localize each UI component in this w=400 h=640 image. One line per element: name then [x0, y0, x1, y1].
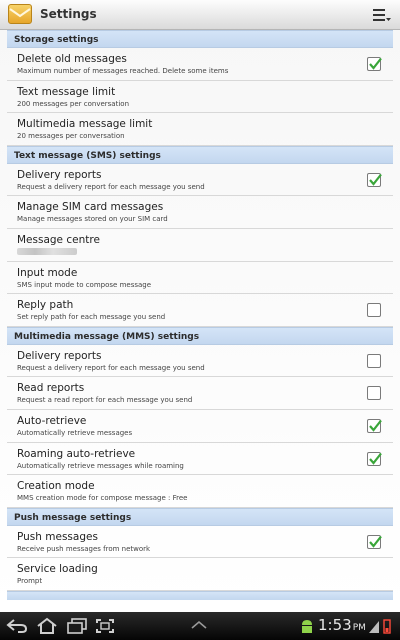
setting-label: Delete old messages — [17, 53, 127, 65]
title-bar: Settings — [0, 0, 400, 30]
partially-visible-section-header — [7, 590, 393, 600]
signal-icon — [369, 621, 379, 633]
setting-description: Receive push messages from network — [17, 544, 151, 553]
setting-label: Multimedia message limit — [17, 118, 153, 131]
checkbox-checked[interactable] — [367, 57, 382, 71]
chevron-up-icon[interactable] — [190, 620, 208, 630]
setting-roaming-auto-retrieve[interactable]: Roaming auto-retrieve Automatically retri… — [7, 443, 393, 476]
checkmark-icon — [369, 419, 382, 432]
setting-auto-retrieve[interactable]: Auto-retrieve Automatically retrieve mess… — [7, 410, 393, 443]
setting-label: Service loading — [17, 563, 98, 576]
section-header-text-message-sms-settings: Text message (SMS) settings — [7, 145, 393, 164]
setting-label: Creation mode — [17, 480, 95, 493]
setting-description: 20 messages per conversation — [17, 132, 125, 141]
clock-time: 1:53 — [318, 616, 352, 634]
setting-delete-old-messages[interactable]: Delete old messages Maximum number of mes… — [7, 48, 393, 81]
setting-label: Manage SIM card messages — [17, 201, 164, 214]
setting-label: Text message limit — [17, 85, 116, 98]
setting-label: Read reports — [17, 382, 85, 395]
checkbox-checked[interactable] — [367, 418, 382, 433]
menu-icon[interactable] — [372, 6, 392, 24]
setting-push-messages[interactable]: Push messages Receive push messages from … — [7, 526, 393, 559]
setting-description: Maximum number of messages reached. Dele… — [17, 67, 229, 75]
home-icon[interactable] — [36, 617, 58, 635]
checkmark-icon — [369, 173, 382, 186]
setting-reply-path[interactable]: Reply path Set reply path for each messag… — [7, 294, 393, 327]
setting-description: 200 messages per conversation — [17, 99, 130, 108]
setting-description: Request a read report for each message y… — [17, 396, 193, 405]
setting-description: Request a delivery report for each messa… — [17, 363, 205, 372]
setting-label: Push messages — [17, 530, 98, 543]
checkmark-icon — [369, 535, 382, 548]
checkbox-unchecked[interactable] — [367, 353, 381, 368]
setting-label: Delivery reports — [17, 168, 102, 181]
setting-delivery-reports[interactable]: Delivery reports Request a delivery repor… — [7, 164, 393, 197]
setting-description: Manage messages stored on your SIM card — [17, 215, 168, 224]
setting-message-centre[interactable]: Message centre — [7, 229, 393, 262]
setting-label: Reply path — [17, 299, 74, 312]
checkbox-checked[interactable] — [367, 534, 382, 549]
screenshot-icon[interactable] — [94, 617, 116, 635]
back-icon[interactable] — [6, 617, 28, 635]
setting-input-mode[interactable]: Input mode SMS input mode to compose mess… — [7, 262, 393, 295]
android-debug-icon — [302, 620, 312, 633]
setting-manage-sim-card-messages[interactable]: Manage SIM card messages Manage messages … — [7, 196, 393, 229]
section-header-push-message-settings: Push message settings — [7, 507, 393, 526]
setting-multimedia-message-limit[interactable]: Multimedia message limit 20 messages per … — [7, 113, 393, 146]
setting-read-reports[interactable]: Read reports Request a read report for ea… — [7, 377, 393, 410]
setting-service-loading[interactable]: Service loading Prompt — [7, 558, 393, 591]
setting-label: Roaming auto-retrieve — [17, 447, 136, 460]
recent-apps-icon[interactable] — [66, 617, 88, 635]
setting-description: Request a delivery report for each messa… — [17, 182, 205, 191]
checkbox-unchecked[interactable] — [367, 303, 381, 318]
section-header-multimedia-message-mms-settings: Multimedia message (MMS) settings — [7, 326, 393, 345]
setting-text-message-limit[interactable]: Text message limit 200 messages per conve… — [7, 81, 393, 114]
checkmark-icon — [369, 57, 382, 70]
setting-description: Prompt — [17, 577, 43, 586]
page-title: Settings — [40, 7, 97, 21]
setting-label: Message centre — [17, 233, 100, 246]
setting-description: Automatically retrieve messages while ro… — [17, 461, 184, 470]
setting-description: MMS creation mode for compose message : … — [17, 494, 188, 503]
system-navigation-bar: 1:53PM — [0, 612, 400, 640]
setting-label: Auto-retrieve — [17, 414, 87, 427]
setting-description: Automatically retrieve messages — [17, 428, 133, 437]
setting-label: Input mode — [17, 266, 78, 279]
status-clock: 1:53PM — [318, 616, 366, 634]
checkbox-checked[interactable] — [367, 451, 382, 466]
clock-ampm: PM — [352, 623, 366, 633]
checkmark-icon — [369, 452, 382, 465]
redacted-value — [17, 247, 77, 255]
messaging-app-icon[interactable] — [8, 4, 32, 24]
setting-label: Delivery reports — [17, 349, 102, 362]
checkbox-checked[interactable] — [367, 172, 382, 187]
setting-description: Set reply path for each message you send — [17, 313, 166, 322]
section-header-storage-settings: Storage settings — [7, 30, 393, 48]
checkbox-unchecked[interactable] — [367, 386, 381, 401]
settings-list[interactable]: Storage settings Delete old messages Maxim… — [0, 30, 400, 612]
setting-delivery-reports[interactable]: Delivery reports Request a delivery repor… — [7, 345, 393, 378]
battery-icon — [383, 619, 391, 634]
setting-creation-mode[interactable]: Creation mode MMS creation mode for compo… — [7, 475, 393, 508]
setting-description: SMS input mode to compose message — [17, 280, 152, 289]
